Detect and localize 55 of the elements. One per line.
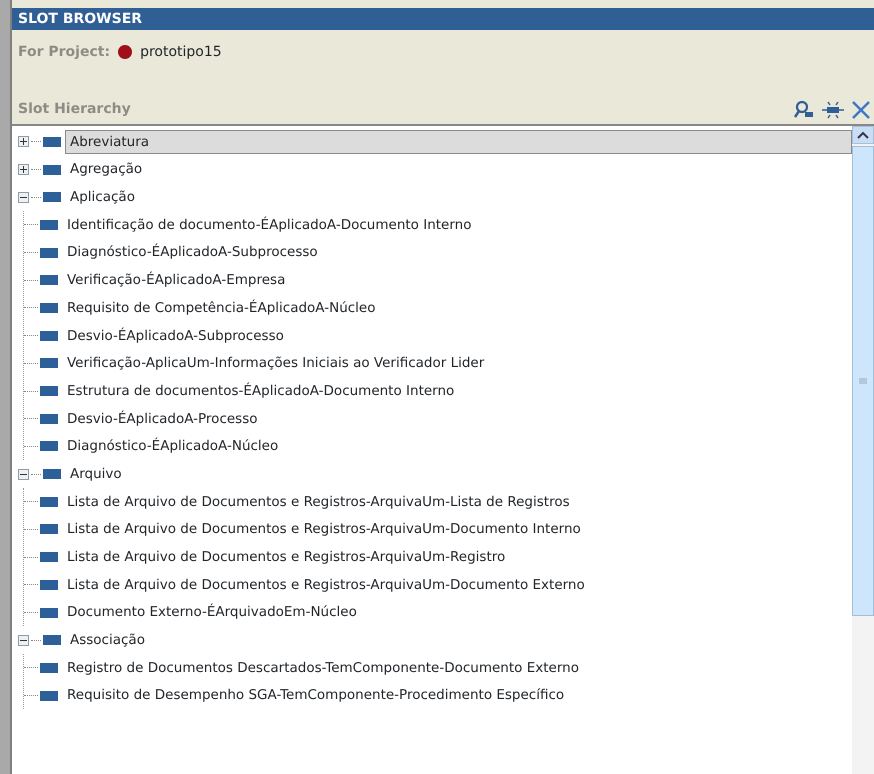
tree-item[interactable]: Lista de Arquivo de Documentos e Registros-ArquivaUm-Documento Interno xyxy=(62,517,586,542)
tree-item[interactable]: Desvio-ÉAplicadoA-Processo xyxy=(62,406,262,431)
tree-item[interactable]: Aplicação xyxy=(65,185,140,210)
slot-icon xyxy=(43,635,61,646)
slot-icon xyxy=(40,496,58,507)
slot-icon xyxy=(40,580,58,590)
tree-item[interactable]: Documento Externo-ÉArquivadoEm-Núcleo xyxy=(62,600,362,625)
project-dot-icon xyxy=(118,45,132,59)
expand-toggle-icon[interactable] xyxy=(18,634,29,646)
slot-icon xyxy=(40,524,58,534)
tree-item[interactable]: Diagnóstico-ÉAplicadoA-Subprocesso xyxy=(62,240,323,265)
tree-item[interactable]: Lista de Arquivo de Documentos e Registros-ArquivaUm-Documento Externo xyxy=(62,572,590,597)
tree-item[interactable]: Registro de Documentos Descartados-TemComponente-Documento Externo xyxy=(62,656,584,680)
tree-item[interactable]: Abreviatura xyxy=(65,130,852,154)
tree-item[interactable]: Requisito de Desempenho SGA-TemComponente-Procedimento Específico xyxy=(62,683,570,708)
project-label: For Project: xyxy=(18,42,110,62)
tree-item[interactable]: Verificação-ÉAplicadoA-Empresa xyxy=(62,268,290,292)
slot-icon xyxy=(40,662,58,673)
tree-item[interactable]: Lista de Arquivo de Documentos e Registros-ArquivaUm-Registro xyxy=(62,545,510,570)
tree-item[interactable]: Lista de Arquivo de Documentos e Registros-ArquivaUm-Lista de Registros xyxy=(62,490,575,514)
slot-icon xyxy=(40,441,58,452)
tree-item[interactable]: Verificação-AplicaUm-Informações Iniciais ao Verificador Lider xyxy=(62,351,490,376)
slot-icon xyxy=(40,220,58,230)
expand-toggle-icon[interactable] xyxy=(18,164,29,176)
expand-toggle-icon[interactable] xyxy=(18,136,29,148)
project-name: prototipo15 xyxy=(140,42,222,62)
slot-icon xyxy=(43,192,61,202)
caret-icon xyxy=(857,131,869,139)
slot-icon xyxy=(40,248,58,258)
scrollbar-thumb[interactable] xyxy=(852,146,874,616)
section-title: Slot Hierarchy xyxy=(18,100,131,119)
scroll-up-button[interactable] xyxy=(852,126,874,144)
slot-icon xyxy=(43,469,61,480)
panel-title: SLOT BROWSER xyxy=(12,8,874,30)
slot-icon xyxy=(40,330,58,341)
tree-item[interactable]: Diagnóstico-ÉAplicadoA-Núcleo xyxy=(62,434,284,459)
tree-item[interactable]: Agregação xyxy=(65,157,148,182)
tree-item[interactable]: Arquivo xyxy=(65,462,127,486)
tree-item[interactable]: Requisito de Competência-ÉAplicadoA-Núcleo xyxy=(62,296,380,320)
slot-icon xyxy=(40,552,58,562)
slot-icon xyxy=(40,358,58,368)
expand-toggle-icon[interactable] xyxy=(18,468,29,480)
expand-toggle-icon[interactable] xyxy=(18,192,29,203)
slot-icon xyxy=(40,302,58,313)
tree-item[interactable]: Estrutura de documentos-ÉAplicadoA-Documento Interno xyxy=(62,378,460,404)
tree-item[interactable]: Associação xyxy=(65,628,150,652)
slot-icon xyxy=(43,136,61,147)
slot-icon xyxy=(40,690,58,701)
slot-icon xyxy=(40,608,58,618)
slot-icon xyxy=(43,164,61,175)
tree-item[interactable]: Identificação de documento-ÉAplicadoA-Documento Interno xyxy=(62,212,476,238)
slot-icon xyxy=(40,386,58,396)
slot-icon xyxy=(40,275,58,286)
tree-item[interactable]: Desvio-ÉAplicadoA-Subprocesso xyxy=(62,324,289,348)
slot-icon xyxy=(40,414,58,424)
